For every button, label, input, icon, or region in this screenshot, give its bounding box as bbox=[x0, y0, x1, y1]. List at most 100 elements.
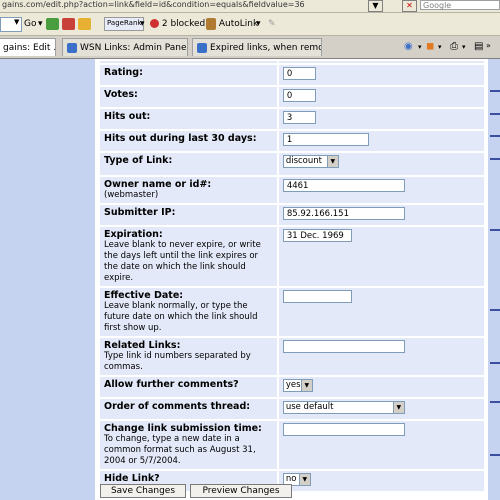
browser-toolbar: ▼ Go ▾ PageRank ▾ 2 blocked AutoLink ▾ ✎ bbox=[0, 13, 500, 36]
divider bbox=[490, 362, 500, 364]
change-time-input[interactable] bbox=[282, 423, 405, 436]
form-row-rating: Rating: 0 bbox=[100, 65, 484, 85]
hits-out-label: Hits out: bbox=[104, 111, 151, 122]
divider bbox=[490, 454, 500, 456]
autolink-label: AutoLink bbox=[218, 19, 259, 29]
order-label: Order of comments thread: bbox=[104, 401, 251, 412]
expiration-label: Expiration: bbox=[104, 229, 163, 240]
url-dropdown-icon[interactable]: ▼ bbox=[368, 0, 383, 12]
tab-label: gains: Edit ... bbox=[3, 43, 56, 53]
form-row-submitter-ip: Submitter IP: 85.92.166.151 bbox=[100, 205, 484, 225]
url-text[interactable]: gains.com/edit.php?action=link&field=id&… bbox=[2, 0, 305, 9]
toolbar-combo[interactable]: ▼ bbox=[0, 17, 22, 32]
search-input[interactable]: Google bbox=[420, 0, 500, 10]
tab-edit[interactable]: gains: Edit ... bbox=[0, 38, 56, 56]
votes-input[interactable]: 0 bbox=[282, 89, 316, 102]
favicon-icon bbox=[197, 42, 207, 53]
go-button[interactable]: Go bbox=[24, 17, 36, 31]
change-time-label: Change link submission time: bbox=[104, 423, 262, 434]
order-select[interactable]: use default ▼ bbox=[282, 401, 405, 414]
autofill-icon[interactable]: ✎ bbox=[268, 17, 276, 31]
owner-input[interactable]: 4461 bbox=[282, 179, 405, 192]
search-go-icon[interactable]: ▾ bbox=[38, 17, 43, 31]
print-icon[interactable]: ⎙ bbox=[450, 41, 458, 52]
form-row-change-time: Change link submission time: To change, t… bbox=[100, 421, 484, 469]
chevron-down-icon[interactable]: ▾ bbox=[256, 17, 261, 31]
blocked-count: 2 blocked bbox=[161, 19, 206, 29]
expiration-input[interactable]: 31 Dec. 1969 bbox=[282, 229, 352, 242]
form-row-order: Order of comments thread: use default ▼ bbox=[100, 399, 484, 419]
chevron-down-icon: ▼ bbox=[14, 18, 20, 26]
tab-bar: gains: Edit ... WSN Links: Admin Panel E… bbox=[0, 36, 500, 59]
comments-value: yes bbox=[285, 380, 301, 390]
right-margin bbox=[488, 59, 500, 500]
form-row-expiration: Expiration: Leave blank to never expire, … bbox=[100, 227, 484, 286]
form-row-comments: Allow further comments? yes ▼ bbox=[100, 377, 484, 397]
popup-blocker[interactable]: 2 blocked bbox=[150, 17, 205, 31]
hits-30-input[interactable]: 1 bbox=[282, 133, 369, 146]
hits-30-label: Hits out during last 30 days: bbox=[104, 133, 257, 144]
favicon-icon bbox=[67, 42, 77, 53]
divider bbox=[490, 113, 500, 115]
tab-admin-panel[interactable]: WSN Links: Admin Panel bbox=[62, 38, 188, 56]
edit-link-form: Rating: 0 Votes: 0 Hits out: 3 Hits out … bbox=[98, 59, 486, 493]
tab-label: WSN Links: Admin Panel bbox=[80, 43, 188, 53]
left-margin bbox=[0, 59, 95, 500]
chevron-down-icon: ▼ bbox=[300, 380, 312, 391]
related-input[interactable] bbox=[282, 340, 405, 353]
comments-label: Allow further comments? bbox=[104, 379, 239, 390]
tab-label: Expired links, when removed... bbox=[210, 43, 321, 53]
submitter-ip-label: Submitter IP: bbox=[104, 207, 176, 218]
chevron-down-icon[interactable]: ▾ bbox=[438, 43, 442, 51]
type-value: discount bbox=[285, 156, 322, 166]
search-web-icon[interactable] bbox=[46, 17, 59, 30]
home-icon[interactable]: ◉ bbox=[404, 41, 413, 52]
change-time-hint: To change, type a new date in a common f… bbox=[104, 434, 256, 466]
divider bbox=[490, 309, 500, 311]
hide-label: Hide Link? bbox=[104, 473, 160, 484]
form-row-hits-out: Hits out: 3 bbox=[100, 109, 484, 129]
autolink-button[interactable]: AutoLink bbox=[206, 17, 258, 31]
rss-icon[interactable]: ◼ bbox=[426, 41, 434, 52]
preview-button[interactable]: Preview Changes bbox=[190, 484, 292, 498]
address-strip: gains.com/edit.php?action=link&field=id&… bbox=[0, 0, 500, 13]
submitter-ip-input[interactable]: 85.92.166.151 bbox=[282, 207, 405, 220]
hits-out-input[interactable]: 3 bbox=[282, 111, 316, 124]
effective-hint: Leave blank normally, or type the future… bbox=[104, 301, 258, 333]
autolink-icon bbox=[206, 17, 216, 30]
chevron-down-icon[interactable]: ▾ bbox=[140, 17, 145, 31]
form-row-top bbox=[100, 61, 484, 63]
chevron-down-icon: ▼ bbox=[392, 402, 404, 413]
rating-input[interactable]: 0 bbox=[282, 67, 316, 80]
form-row-related: Related Links: Type link id numbers separ… bbox=[100, 338, 484, 375]
form-row-type: Type of Link: discount ▼ bbox=[100, 153, 484, 175]
form-row-owner: Owner name or id#: (webmaster) 4461 bbox=[100, 177, 484, 203]
related-hint: Type link id numbers separated by commas… bbox=[104, 351, 251, 372]
related-label: Related Links: bbox=[104, 340, 181, 351]
order-value: use default bbox=[285, 402, 334, 412]
expiration-hint: Leave blank to never expire, or write th… bbox=[104, 240, 261, 283]
effective-label: Effective Date: bbox=[104, 290, 184, 301]
pagerank-widget[interactable]: PageRank bbox=[104, 17, 145, 31]
comments-select[interactable]: yes ▼ bbox=[282, 379, 313, 392]
divider bbox=[490, 158, 500, 160]
page-content: Rating: 0 Votes: 0 Hits out: 3 Hits out … bbox=[0, 59, 500, 500]
chevron-down-icon[interactable]: ▾ bbox=[462, 43, 466, 51]
effective-input[interactable] bbox=[282, 290, 352, 303]
chevron-down-icon: ▼ bbox=[298, 474, 310, 485]
type-select[interactable]: discount ▼ bbox=[282, 155, 339, 168]
divider bbox=[490, 229, 500, 231]
chevron-down-icon: ▼ bbox=[326, 156, 338, 167]
chevron-down-icon[interactable]: ▾ bbox=[418, 43, 422, 51]
chevron-double-right-icon[interactable]: » bbox=[486, 41, 491, 50]
save-button[interactable]: Save Changes bbox=[100, 484, 186, 498]
page-icon[interactable]: ▤ bbox=[474, 41, 483, 52]
close-icon[interactable]: ✕ bbox=[402, 0, 417, 12]
tab-expired-links[interactable]: Expired links, when removed... bbox=[192, 38, 322, 56]
bookmark-icon[interactable] bbox=[77, 17, 91, 30]
news-icon[interactable] bbox=[61, 17, 75, 30]
blocker-icon bbox=[150, 19, 159, 28]
type-label: Type of Link: bbox=[104, 155, 173, 166]
divider bbox=[490, 90, 500, 92]
rating-label: Rating: bbox=[104, 67, 143, 78]
